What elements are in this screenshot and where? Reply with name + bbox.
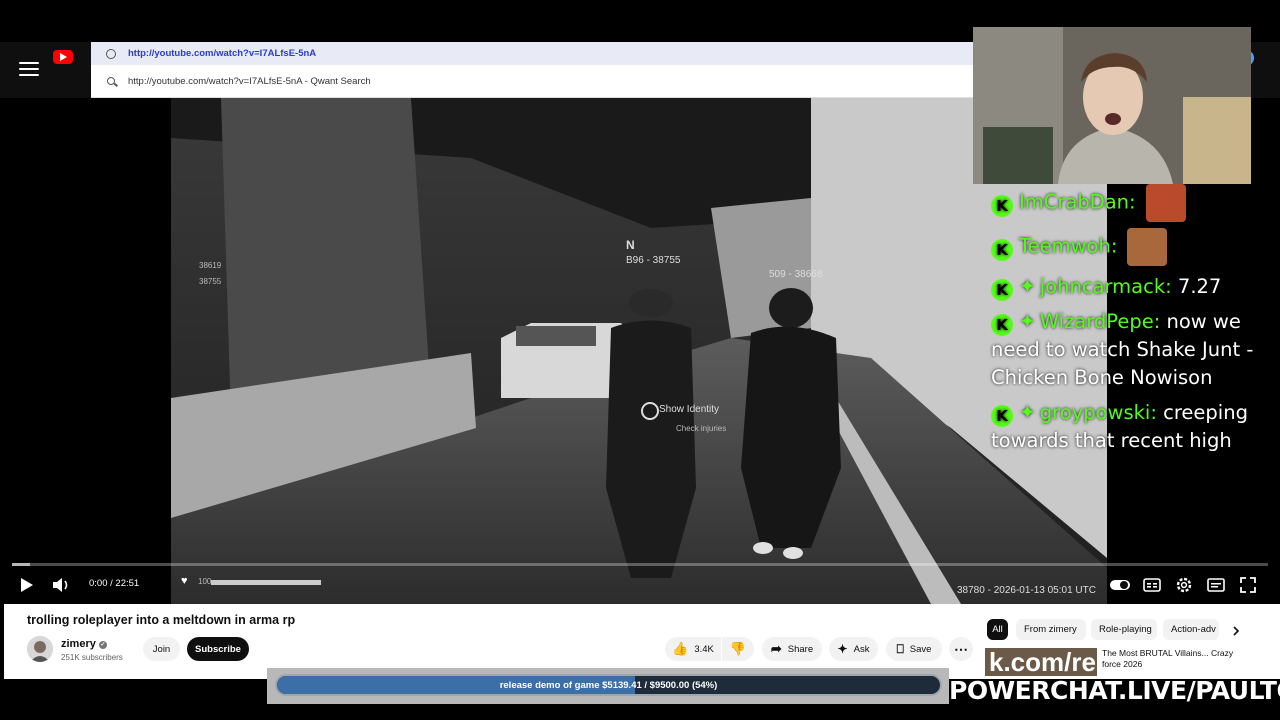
kick-badge-icon: K xyxy=(991,314,1013,336)
autoplay-toggle-icon[interactable] xyxy=(1109,574,1131,596)
hud-health: 100 xyxy=(198,577,212,586)
channel-avatar[interactable] xyxy=(27,636,53,662)
kick-badge-icon: K xyxy=(991,405,1013,427)
chat-message: K ✦ johncarmack: 7.27 xyxy=(991,272,1261,301)
related-video-thumbnail[interactable]: k.com/re xyxy=(985,648,1097,676)
interact-prompt: Show Identity xyxy=(659,404,720,415)
sparkle-icon: ✦ xyxy=(1019,400,1036,424)
search-suggestion[interactable]: http://youtube.com/watch?v=I7ALfsE-5nA -… xyxy=(91,65,973,98)
subscriber-count: 251K subscribers xyxy=(61,653,123,662)
donation-goal-label: release demo of game $5139.41 / $9500.00… xyxy=(499,679,718,691)
seek-bar[interactable] xyxy=(12,563,1268,566)
chat-message: K ✦ WizardPepe: now we need to watch Shake… xyxy=(991,307,1261,392)
volume-icon[interactable] xyxy=(51,574,71,596)
chip-label: Role-playing xyxy=(1099,624,1152,635)
save-label: Save xyxy=(909,643,932,655)
thumbnail-text: k.com/re xyxy=(989,648,1096,676)
chip-label: All xyxy=(992,624,1003,635)
subscribe-button[interactable]: Subscribe xyxy=(187,637,249,661)
play-icon[interactable] xyxy=(18,574,36,596)
sparkle-icon: ✦ xyxy=(1019,274,1036,298)
bookmark-icon: ⎕ xyxy=(896,641,904,656)
search-icon xyxy=(107,77,115,85)
player-tag-left: B96 - 38755 xyxy=(626,255,681,266)
channel-name[interactable]: zimery ✓ xyxy=(61,638,107,650)
more-dots-icon: ⋯ xyxy=(954,640,968,657)
globe-icon xyxy=(106,48,116,59)
like-count: 3.4K xyxy=(694,643,714,655)
share-label: Share xyxy=(787,643,814,655)
streamer-webcam-image xyxy=(973,27,1251,184)
hud-stat-1: 38619 xyxy=(199,261,222,270)
chat-username: WizardPepe: xyxy=(1039,310,1161,333)
chat-username: Teemwoh: xyxy=(1019,234,1118,258)
chip-role-playing[interactable]: Role-playing xyxy=(1091,619,1157,640)
interact-prompt-secondary: Check injuries xyxy=(676,424,727,433)
channel-name-text: zimery xyxy=(61,638,96,650)
related-video-title[interactable]: The Most BRUTAL Villains... Crazy force … xyxy=(1102,648,1250,676)
kick-badge-icon: K xyxy=(991,238,1013,261)
chevron-right-icon[interactable] xyxy=(1230,625,1242,637)
search-suggestion-text: http://youtube.com/watch?v=I7ALfsE-5nA -… xyxy=(128,75,371,87)
sparkle-icon: ✦ xyxy=(837,642,848,656)
webcam-overlay xyxy=(973,27,1251,184)
heart-icon: ♥ xyxy=(181,575,188,587)
sparkle-icon: ✦ xyxy=(1019,309,1036,333)
chat-username: ImCrabDan: xyxy=(1019,190,1136,214)
ask-label: Ask xyxy=(853,643,870,655)
chip-label: From zimery xyxy=(1024,624,1077,635)
settings-gear-icon[interactable] xyxy=(1174,574,1194,596)
like-button[interactable]: 👍 3.4K xyxy=(665,637,721,661)
chip-from-channel[interactable]: From zimery xyxy=(1016,619,1086,640)
donation-goal-bar: release demo of game $5139.41 / $9500.00… xyxy=(275,674,942,696)
chat-text: 7.27 xyxy=(1177,275,1222,298)
interact-circle-icon xyxy=(641,402,659,420)
chat-message: K ImCrabDan: xyxy=(991,184,1261,222)
fullscreen-icon[interactable] xyxy=(1239,574,1257,596)
miniplayer-icon[interactable] xyxy=(1207,574,1225,596)
thumbs-down-icon: 👎 xyxy=(729,641,747,656)
verified-check-icon: ✓ xyxy=(98,641,107,649)
dislike-button[interactable]: 👎 xyxy=(722,637,754,661)
crab-face-emote-icon xyxy=(1145,184,1186,222)
game-timestamp: 38780 - 2026-01-13 05:01 UTC xyxy=(957,585,1096,596)
chat-overlay: K ImCrabDan: K Teemwoh: K ✦ johncarmack: 7.2… xyxy=(991,184,1261,461)
more-options-button[interactable]: ⋯ xyxy=(949,637,973,661)
video-title: trolling roleplayer into a meltdown in a… xyxy=(27,613,296,627)
laughing-face-emote-icon xyxy=(1127,228,1168,266)
chip-all[interactable]: All xyxy=(987,619,1008,640)
address-bar[interactable]: http://youtube.com/watch?v=I7ALfsE-5nA xyxy=(91,42,973,65)
time-display: 0:00 / 22:51 xyxy=(89,578,140,589)
thumbs-up-icon: 👍 xyxy=(672,641,689,656)
address-bar-value: http://youtube.com/watch?v=I7ALfsE-5nA xyxy=(128,48,317,59)
channel-avatar-image xyxy=(27,636,53,662)
chip-action-adventure[interactable]: Action-adv xyxy=(1163,619,1219,640)
menu-icon[interactable] xyxy=(16,54,42,84)
chip-label: Action-adv xyxy=(1171,624,1216,635)
chat-username: groypowski: xyxy=(1039,401,1157,424)
hud-stat-2: 38755 xyxy=(199,277,222,286)
chat-message: K ✦ groypowski: creeping towards that rece… xyxy=(991,398,1261,455)
player-tag-right: 509 - 38668 xyxy=(769,269,823,280)
chat-username: johncarmack: xyxy=(1039,275,1172,298)
chat-message: K Teemwoh: xyxy=(991,228,1261,266)
video-frame[interactable]: N B96 - 38755 509 - 38668 38619 38755 Sh… xyxy=(171,98,1107,604)
stream-brand-text: POWERCHAT.LIVE/PAULTOWN xyxy=(949,676,1280,705)
subscribe-button-label: Subscribe xyxy=(195,643,241,655)
seek-bar-played xyxy=(12,563,30,566)
screen: http://youtube.com/watch?v=I7ALfsE-5nA h… xyxy=(0,0,1280,720)
captions-icon[interactable] xyxy=(1143,574,1161,596)
game-scene xyxy=(171,98,1107,604)
share-arrow-icon: ➦ xyxy=(770,641,782,656)
compass-marker: N xyxy=(626,238,635,252)
youtube-logo-icon[interactable] xyxy=(53,50,73,64)
ask-button[interactable]: ✦ Ask xyxy=(829,637,878,661)
save-button[interactable]: ⎕ Save xyxy=(886,637,942,661)
share-button[interactable]: ➦ Share xyxy=(762,637,822,661)
join-button[interactable]: Join xyxy=(143,637,180,661)
kick-badge-icon: K xyxy=(991,194,1013,217)
kick-badge-icon: K xyxy=(991,279,1013,301)
join-button-label: Join xyxy=(152,643,171,655)
